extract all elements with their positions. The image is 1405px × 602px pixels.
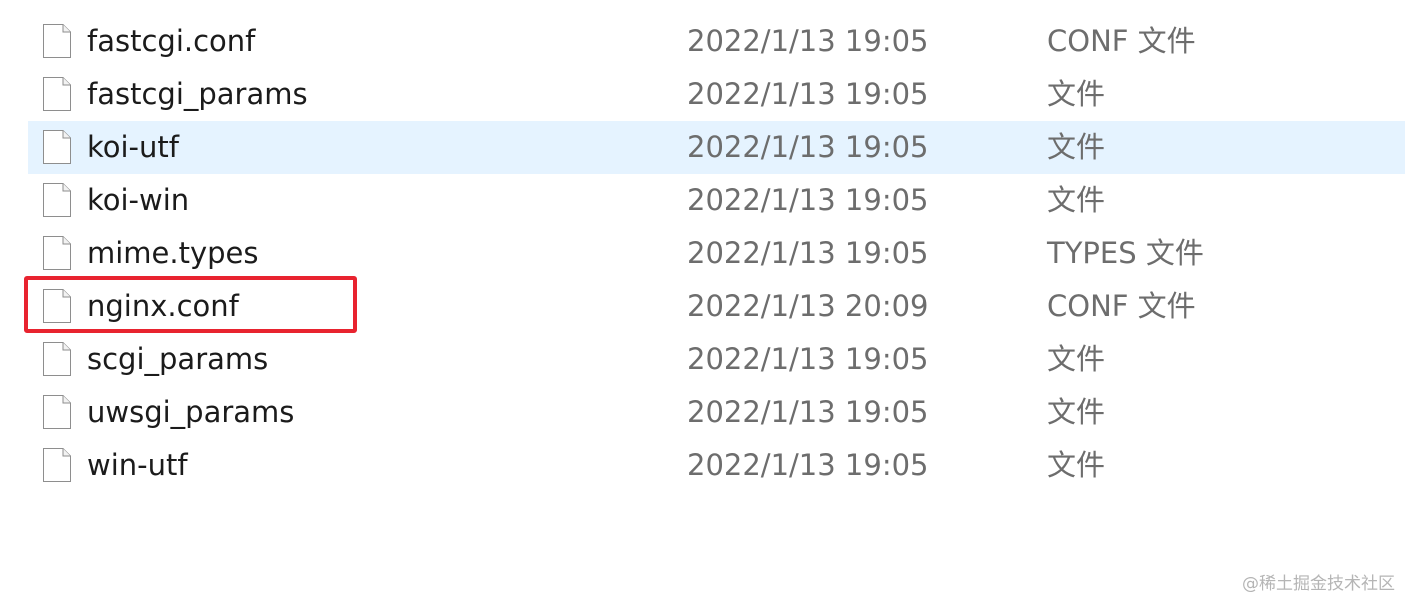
- file-icon: [43, 130, 71, 164]
- file-name: win-utf: [87, 448, 188, 482]
- file-type: 文件: [1047, 77, 1106, 111]
- file-type: 文件: [1047, 130, 1106, 164]
- file-icon: [43, 77, 71, 111]
- file-row[interactable]: scgi_params 2022/1/13 19:05 文件: [0, 333, 1405, 386]
- file-icon: [43, 183, 71, 217]
- file-row[interactable]: mime.types 2022/1/13 19:05 TYPES 文件: [0, 227, 1405, 280]
- file-type: CONF 文件: [1047, 24, 1196, 58]
- file-icon: [43, 342, 71, 376]
- file-type: 文件: [1047, 342, 1106, 376]
- file-name: koi-win: [87, 183, 190, 217]
- file-name: fastcgi.conf: [87, 24, 256, 58]
- file-row[interactable]: koi-win 2022/1/13 19:05 文件: [0, 174, 1405, 227]
- file-name: scgi_params: [87, 342, 269, 376]
- file-row[interactable]: fastcgi.conf 2022/1/13 19:05 CONF 文件: [0, 15, 1405, 68]
- file-icon: [43, 236, 71, 270]
- file-type: 文件: [1047, 395, 1106, 429]
- file-row[interactable]: uwsgi_params 2022/1/13 19:05 文件: [0, 386, 1405, 439]
- file-date-modified: 2022/1/13 20:09: [687, 289, 929, 323]
- file-type: CONF 文件: [1047, 289, 1196, 323]
- red-highlight-box: [24, 276, 357, 333]
- file-date-modified: 2022/1/13 19:05: [687, 24, 929, 58]
- file-list: fastcgi.conf 2022/1/13 19:05 CONF 文件 fas…: [0, 15, 1405, 492]
- watermark: @稀土掘金技术社区: [1242, 574, 1395, 594]
- file-type: TYPES 文件: [1047, 236, 1204, 270]
- file-date-modified: 2022/1/13 19:05: [687, 448, 929, 482]
- file-name: mime.types: [87, 236, 259, 270]
- file-row-hovered[interactable]: koi-utf 2022/1/13 19:05 文件: [0, 121, 1405, 174]
- file-type: 文件: [1047, 183, 1106, 217]
- file-date-modified: 2022/1/13 19:05: [687, 130, 929, 164]
- file-type: 文件: [1047, 448, 1106, 482]
- file-row[interactable]: win-utf 2022/1/13 19:05 文件: [0, 439, 1405, 492]
- file-date-modified: 2022/1/13 19:05: [687, 342, 929, 376]
- file-icon: [43, 24, 71, 58]
- file-icon: [43, 395, 71, 429]
- file-name: fastcgi_params: [87, 77, 308, 111]
- file-date-modified: 2022/1/13 19:05: [687, 395, 929, 429]
- file-name: uwsgi_params: [87, 395, 295, 429]
- file-date-modified: 2022/1/13 19:05: [687, 77, 929, 111]
- file-name: koi-utf: [87, 130, 179, 164]
- file-date-modified: 2022/1/13 19:05: [687, 183, 929, 217]
- file-icon: [43, 448, 71, 482]
- file-date-modified: 2022/1/13 19:05: [687, 236, 929, 270]
- file-row[interactable]: fastcgi_params 2022/1/13 19:05 文件: [0, 68, 1405, 121]
